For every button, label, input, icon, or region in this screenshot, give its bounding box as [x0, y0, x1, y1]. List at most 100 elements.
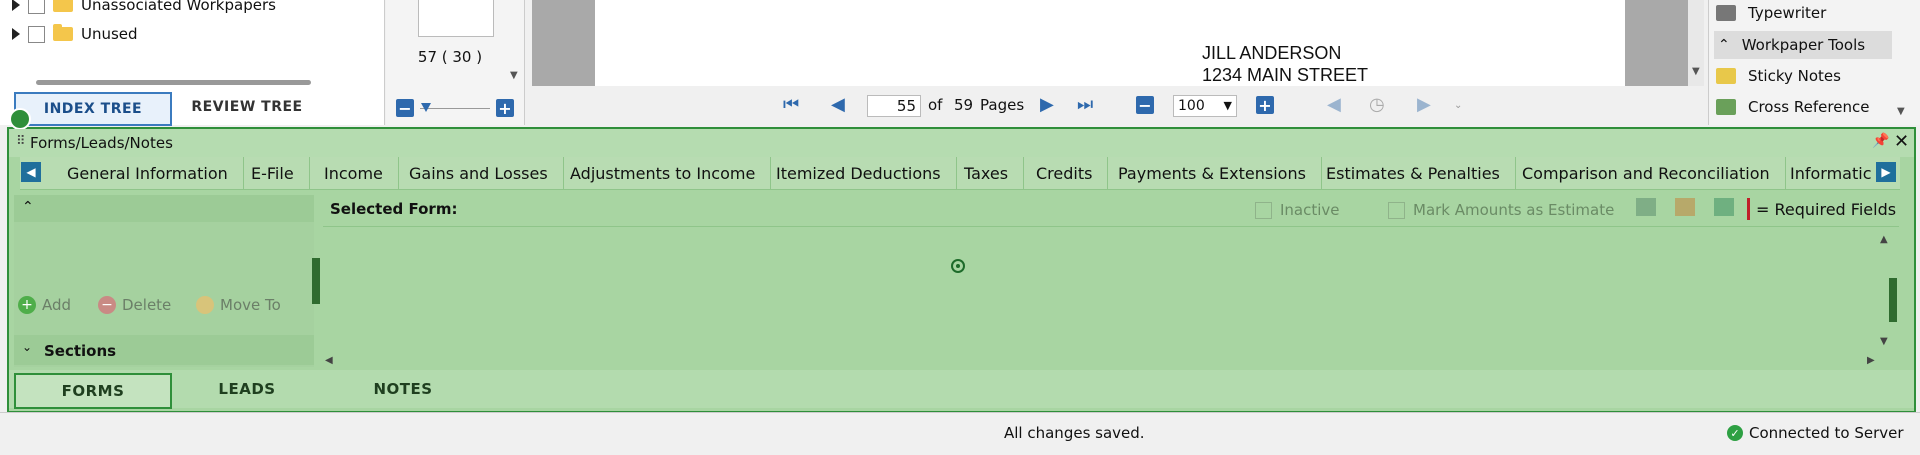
tab-estimates-penalties[interactable]: Estimates & Penalties: [1311, 157, 1516, 189]
document-page: [595, 0, 1625, 86]
tool-typewriter[interactable]: Typewriter: [1716, 0, 1894, 27]
add-button[interactable]: + Add: [18, 296, 71, 314]
cross-reference-icon: [1716, 99, 1736, 115]
of-label: of: [928, 96, 943, 114]
selected-form-label: Selected Form:: [330, 200, 458, 218]
pane-splitter[interactable]: [312, 258, 320, 304]
collapse-header[interactable]: [14, 195, 314, 222]
tab-itemized-deductions[interactable]: Itemized Deductions: [761, 157, 957, 189]
next-page-icon[interactable]: ▶: [1040, 94, 1054, 115]
chevron-down-icon[interactable]: ⌄: [22, 340, 32, 354]
tab-forms[interactable]: FORMS: [14, 373, 172, 409]
pin-icon[interactable]: 📌: [1872, 133, 1889, 149]
tab-review-tree[interactable]: REVIEW TREE: [170, 92, 324, 122]
scroll-left-icon[interactable]: ◀: [325, 355, 333, 366]
estimate-label: Mark Amounts as Estimate: [1413, 201, 1615, 219]
document-name-line: JILL ANDERSON: [1202, 43, 1342, 63]
history-icon[interactable]: ◷: [1369, 94, 1385, 115]
tree-horizontal-scrollbar[interactable]: [14, 77, 374, 87]
tool-sticky-notes[interactable]: Sticky Notes: [1716, 62, 1894, 90]
scroll-down-icon[interactable]: ▼: [1692, 66, 1700, 77]
panel-title: Forms/Leads/Notes: [30, 134, 173, 152]
scroll-up-icon[interactable]: ▲: [1880, 234, 1888, 245]
divider: [323, 226, 1899, 227]
scroll-down-icon[interactable]: ▼: [1880, 336, 1888, 347]
form-action-icon[interactable]: [1675, 198, 1695, 216]
zoom-in-button[interactable]: +: [1256, 96, 1274, 115]
scroll-right-icon[interactable]: ▶: [1867, 355, 1875, 366]
right-splitter[interactable]: [1889, 278, 1897, 322]
add-icon: +: [18, 296, 36, 314]
tabs-scroll-right-icon[interactable]: ▶: [1876, 162, 1896, 182]
tabs-scroll-left-icon[interactable]: ◀: [21, 162, 41, 182]
tree-item-label: Unused: [81, 25, 138, 43]
form-action-icon[interactable]: [1636, 198, 1656, 216]
chevron-down-icon[interactable]: ▼: [1224, 96, 1232, 116]
chevron-up-icon[interactable]: ⌃: [22, 199, 34, 215]
required-fields-legend: = Required Fields: [1747, 198, 1896, 220]
tab-credits[interactable]: Credits: [1021, 157, 1109, 189]
last-page-icon[interactable]: ⏭: [1077, 94, 1093, 115]
scrollbar-thumb[interactable]: [36, 80, 311, 85]
required-label: = Required Fields: [1756, 199, 1897, 219]
tab-leads[interactable]: LEADS: [170, 373, 324, 405]
tab-income[interactable]: Income: [309, 157, 399, 189]
page-number-input[interactable]: 55: [867, 95, 921, 117]
previous-page-icon[interactable]: ◀: [831, 94, 845, 115]
tab-e-file[interactable]: E-File: [236, 157, 310, 189]
tool-label: Workpaper Tools: [1741, 36, 1866, 54]
add-label: Add: [42, 296, 72, 314]
page-thumbnail[interactable]: [418, 0, 494, 37]
overflow-icon[interactable]: ⌄: [1454, 100, 1462, 111]
tab-adjustments-to-income[interactable]: Adjustments to Income: [555, 157, 772, 189]
delete-label: Delete: [122, 296, 172, 314]
expand-icon[interactable]: [12, 0, 20, 11]
status-bar: [0, 412, 1920, 455]
pages-label: Pages: [980, 96, 1025, 114]
tool-cross-reference[interactable]: Cross Reference: [1716, 93, 1894, 121]
expand-icon[interactable]: [12, 28, 20, 40]
panel-target-icon[interactable]: [9, 108, 31, 130]
tool-label: Cross Reference: [1748, 98, 1870, 116]
move-to-button[interactable]: Move To: [196, 296, 281, 314]
tab-general-information[interactable]: General Information: [52, 157, 244, 189]
tab-notes[interactable]: NOTES: [326, 373, 480, 405]
tree-item-unused[interactable]: Unused: [12, 21, 138, 47]
crosshair-icon: [951, 259, 965, 273]
tab-comparison-reconciliation[interactable]: Comparison and Reconciliation: [1507, 157, 1786, 189]
tree-item-unassociated[interactable]: Unassociated Workpapers: [12, 0, 276, 18]
tab-gains-and-losses[interactable]: Gains and Losses: [394, 157, 564, 189]
forward-icon[interactable]: ▶: [1417, 94, 1431, 115]
tab-taxes[interactable]: Taxes: [949, 157, 1025, 189]
first-page-icon[interactable]: ⏮: [783, 94, 799, 115]
panel-header: [9, 129, 1914, 157]
zoom-out-button[interactable]: −: [1136, 96, 1154, 115]
thumbnail-zoom-out-button[interactable]: −: [396, 99, 414, 118]
tree-checkbox[interactable]: [28, 0, 45, 14]
close-icon[interactable]: ✕: [1894, 131, 1909, 152]
tab-payments-extensions[interactable]: Payments & Extensions: [1103, 157, 1322, 189]
folder-icon: [53, 24, 73, 41]
form-action-icon[interactable]: [1714, 198, 1734, 216]
move-to-label: Move To: [220, 296, 281, 314]
inactive-checkbox[interactable]: Inactive: [1255, 201, 1340, 219]
tab-information[interactable]: Informatic: [1775, 157, 1886, 189]
scroll-down-icon[interactable]: ▼: [510, 70, 518, 81]
scroll-down-icon[interactable]: ▼: [1897, 106, 1905, 117]
drag-handle-icon[interactable]: ⠿: [16, 134, 26, 149]
slider-knob[interactable]: [421, 103, 431, 112]
tool-label: Sticky Notes: [1748, 67, 1841, 85]
tool-workpaper-tools[interactable]: ⌃ Workpaper Tools: [1714, 31, 1892, 59]
tab-index-tree[interactable]: INDEX TREE: [14, 92, 172, 126]
thumbnail-zoom-in-button[interactable]: +: [496, 99, 514, 118]
chevron-up-icon: ⌃: [1718, 37, 1730, 53]
back-icon[interactable]: ◀: [1327, 94, 1341, 115]
delete-button[interactable]: − Delete: [98, 296, 171, 314]
thumbnail-caption: 57 ( 30 ): [417, 48, 483, 66]
connection-status: ✓ Connected to Server: [1727, 424, 1904, 442]
total-pages: 59: [954, 96, 974, 114]
page-navigation-bar: [532, 86, 1704, 126]
zoom-select[interactable]: 100 ▼: [1173, 95, 1237, 117]
estimate-checkbox[interactable]: Mark Amounts as Estimate: [1388, 201, 1614, 219]
tree-checkbox[interactable]: [28, 25, 45, 43]
